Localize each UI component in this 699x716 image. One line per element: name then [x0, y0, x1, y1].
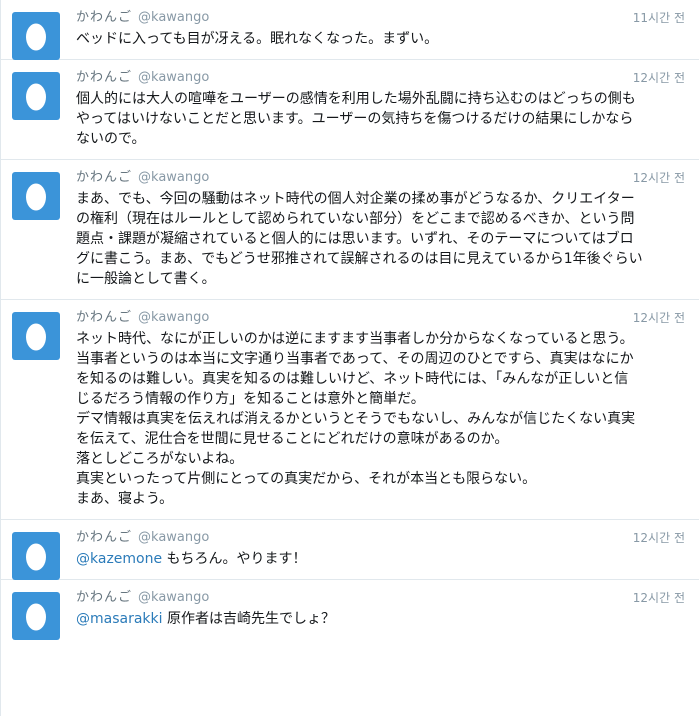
tweet-header: かわんご @kawango 12시간 전	[76, 69, 685, 87]
tweet-text-segment: を知るのは難しい。真実を知るのは難しいけど、ネット時代には、「みんなが正しいと信	[76, 371, 629, 387]
tweet-text-line: まあ、でも、今回の騒動はネット時代の個人対企業の揉め事がどうなるか、クリエイター	[76, 189, 685, 209]
tweet-text-line: ベッドに入っても目が冴える。眠れなくなった。まずい。	[76, 29, 685, 49]
tweet-text-segment: やってはいけないことだと思います。ユーザーの気持ちを傷つけるだけの結果にしかなら	[76, 111, 634, 127]
tweet-timestamp[interactable]: 12시간 전	[633, 169, 685, 187]
author-screenname[interactable]: @kawango	[138, 70, 209, 85]
tweet-text-segment: 原作者は吉崎先生でしょ？	[162, 611, 335, 627]
tweet-text-segment: 個人的には大人の喧嘩をユーザーの感情を利用した場外乱闘に持ち込むのはどっちの側も	[76, 91, 636, 107]
avatar[interactable]	[12, 592, 60, 640]
tweet-text-segment: 題点・課題が凝縮されていると個人的には思います。いずれ、そのテーマについてはブロ	[76, 231, 634, 247]
author-fullname[interactable]: かわんご	[76, 530, 132, 545]
mention-link[interactable]: @kazemone	[76, 551, 162, 567]
tweet-text-line: の権利（現在はルールとして認められていない部分）をどこまで認めるべきか、という問	[76, 209, 685, 229]
tweet-text-line: まあ、寝よう。	[76, 489, 685, 509]
avatar[interactable]	[12, 12, 60, 60]
tweet-header: かわんご @kawango 12시간 전	[76, 589, 685, 607]
tweet-item[interactable]: かわんご @kawango 12시간 전 ネット時代、なにが正しいのかは逆にますます当…	[1, 300, 699, 520]
avatar[interactable]	[12, 312, 60, 360]
author-screenname[interactable]: @kawango	[138, 590, 209, 605]
tweet-text-segment: ネット時代、なにが正しいのかは逆にますます当事者しか分からなくなっていると思う。	[76, 331, 634, 347]
tweet-text-segment: 当事者というのは本当に文字通り当事者であって、その周辺のひとですら、真実はなにか	[76, 351, 634, 367]
tweet-text-segment: を伝えて、泥仕合を世間に見せることにどれだけの意味があるのか。	[76, 431, 509, 447]
tweet-text: @masarakki 原作者は吉崎先生でしょ？	[76, 609, 685, 629]
tweet-timestamp[interactable]: 12시간 전	[633, 589, 685, 607]
author-screenname[interactable]: @kawango	[138, 530, 209, 545]
tweet-text-segment: じるだろう情報の作り方」を知ることは意外と簡単だ。	[76, 391, 425, 407]
egg-icon	[25, 181, 47, 211]
tweet-text: ネット時代、なにが正しいのかは逆にますます当事者しか分からなくなっていると思う。…	[76, 329, 685, 509]
tweet-text-segment: まあ、寝よう。	[76, 491, 174, 507]
author-fullname[interactable]: かわんご	[76, 70, 132, 85]
egg-icon	[25, 81, 47, 111]
tweet-text-line: 当事者というのは本当に文字通り当事者であって、その周辺のひとですら、真実はなにか	[76, 349, 685, 369]
tweet-text-segment: ベッドに入っても目が冴える。眠れなくなった。まずい。	[76, 31, 439, 47]
tweet-text-segment: ないので。	[76, 131, 146, 147]
tweet-item[interactable]: かわんご @kawango 12시간 전 @kazemone もちろん。やります！	[1, 520, 699, 580]
tweet-text-line: @masarakki 原作者は吉崎先生でしょ？	[76, 609, 685, 629]
tweet-header: かわんご @kawango 12시간 전	[76, 169, 685, 187]
tweet-text-line: ネット時代、なにが正しいのかは逆にますます当事者しか分からなくなっていると思う。	[76, 329, 685, 349]
author-screenname[interactable]: @kawango	[138, 310, 209, 325]
tweet-text-segment: グに書こう。まあ、でもどうせ邪推されて誤解されるのは目に見えているから1年後ぐら…	[76, 251, 643, 267]
author-screenname[interactable]: @kawango	[138, 10, 209, 25]
tweet-text: ベッドに入っても目が冴える。眠れなくなった。まずい。	[76, 29, 685, 49]
tweet-timeline: かわんご @kawango 11시간 전 ベッドに入っても目が冴える。眠れなくなった。…	[0, 0, 699, 716]
tweet-header: かわんご @kawango 11시간 전	[76, 9, 685, 27]
tweet-text: 個人的には大人の喧嘩をユーザーの感情を利用した場外乱闘に持ち込むのはどっちの側も…	[76, 89, 685, 149]
tweet-text: @kazemone もちろん。やります！	[76, 549, 685, 569]
tweet-timestamp[interactable]: 12시간 전	[633, 309, 685, 327]
egg-icon	[25, 321, 47, 351]
tweet-text: まあ、でも、今回の騒動はネット時代の個人対企業の揉め事がどうなるか、クリエイター…	[76, 189, 685, 289]
tweet-text-segment: に一般論として書く。	[76, 271, 216, 287]
egg-icon	[25, 21, 47, 51]
tweet-text-line: 落としどころがないよね。	[76, 449, 685, 469]
author-fullname[interactable]: かわんご	[76, 590, 132, 605]
mention-link[interactable]: @masarakki	[76, 611, 163, 627]
tweet-text-line: やってはいけないことだと思います。ユーザーの気持ちを傷つけるだけの結果にしかなら	[76, 109, 685, 129]
tweet-text-line: じるだろう情報の作り方」を知ることは意外と簡単だ。	[76, 389, 685, 409]
tweet-text-line: @kazemone もちろん。やります！	[76, 549, 685, 569]
tweet-text-line: 真実といったって片側にとっての真実だから、それが本当とも限らない。	[76, 469, 685, 489]
tweet-timestamp[interactable]: 12시간 전	[633, 529, 685, 547]
tweet-text-line: を伝えて、泥仕合を世間に見せることにどれだけの意味があるのか。	[76, 429, 685, 449]
avatar[interactable]	[12, 532, 60, 580]
tweet-text-line: グに書こう。まあ、でもどうせ邪推されて誤解されるのは目に見えているから1年後ぐら…	[76, 249, 685, 269]
tweet-text-line: デマ情報は真実を伝えれば消えるかというとそうでもないし、みんなが信じたくない真実	[76, 409, 685, 429]
tweet-text-segment: 落としどころがないよね。	[76, 451, 244, 467]
tweet-text-line: ないので。	[76, 129, 685, 149]
tweet-text-segment: の権利（現在はルールとして認められていない部分）をどこまで認めるべきか、という問	[76, 211, 635, 227]
author-screenname[interactable]: @kawango	[138, 170, 209, 185]
avatar[interactable]	[12, 172, 60, 220]
tweet-text-segment: もちろん。やります！	[162, 551, 307, 567]
tweet-item[interactable]: かわんご @kawango 12시간 전 まあ、でも、今回の騒動はネット時代の個人対企…	[1, 160, 699, 300]
tweet-item[interactable]: かわんご @kawango 12시간 전 個人的には大人の喧嘩をユーザーの感情を利用し…	[1, 60, 699, 160]
author-fullname[interactable]: かわんご	[76, 10, 132, 25]
tweet-item[interactable]: かわんご @kawango 12시간 전 @masarakki 原作者は吉崎先生でしょ…	[1, 580, 699, 640]
tweet-header: かわんご @kawango 12시간 전	[76, 309, 685, 327]
author-fullname[interactable]: かわんご	[76, 310, 132, 325]
tweet-text-line: 個人的には大人の喧嘩をユーザーの感情を利用した場外乱闘に持ち込むのはどっちの側も	[76, 89, 685, 109]
tweet-item[interactable]: かわんご @kawango 11시간 전 ベッドに入っても目が冴える。眠れなくなった。…	[1, 0, 699, 60]
avatar[interactable]	[12, 72, 60, 120]
egg-icon	[25, 541, 47, 571]
tweet-text-segment: 真実といったって片側にとっての真実だから、それが本当とも限らない。	[76, 471, 537, 487]
tweet-timestamp[interactable]: 11시간 전	[633, 9, 685, 27]
author-fullname[interactable]: かわんご	[76, 170, 132, 185]
tweet-text-line: 題点・課題が凝縮されていると個人的には思います。いずれ、そのテーマについてはブロ	[76, 229, 685, 249]
egg-icon	[25, 601, 47, 631]
tweet-timestamp[interactable]: 12시간 전	[633, 69, 685, 87]
tweet-header: かわんご @kawango 12시간 전	[76, 529, 685, 547]
tweet-text-line: を知るのは難しい。真実を知るのは難しいけど、ネット時代には、「みんなが正しいと信	[76, 369, 685, 389]
tweet-text-segment: デマ情報は真実を伝えれば消えるかというとそうでもないし、みんなが信じたくない真実	[76, 411, 636, 427]
tweet-text-segment: まあ、でも、今回の騒動はネット時代の個人対企業の揉め事がどうなるか、クリエイター	[76, 191, 635, 207]
tweet-text-line: に一般論として書く。	[76, 269, 685, 289]
